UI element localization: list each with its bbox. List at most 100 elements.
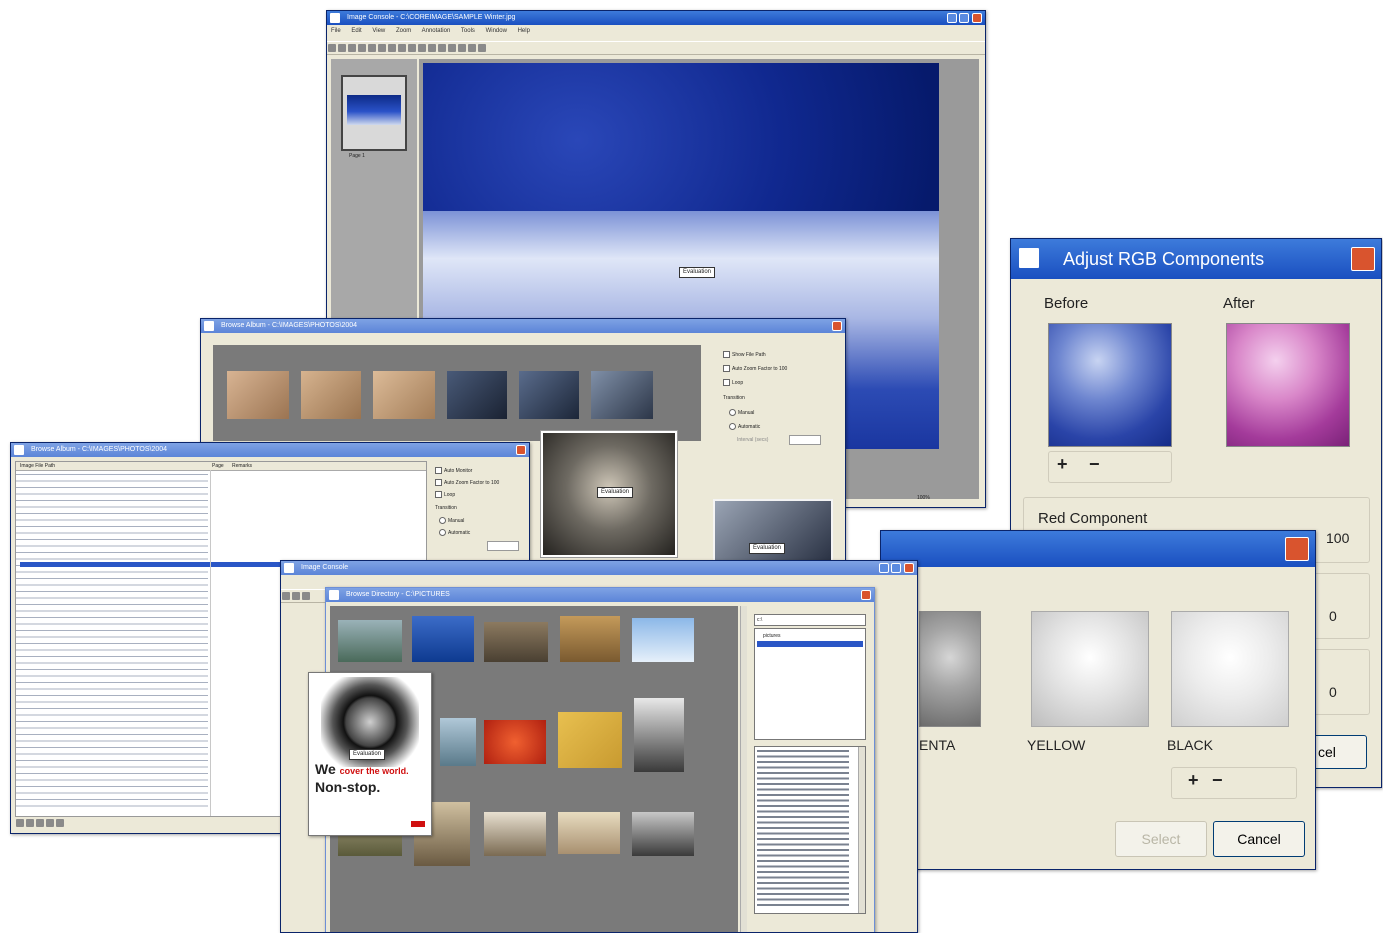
- option-loop[interactable]: Loop: [723, 379, 743, 386]
- cancel-button[interactable]: Cancel: [1213, 821, 1305, 857]
- main-viewer-titlebar[interactable]: Image Console - C:\COREIMAGE\SAMPLE Wint…: [327, 11, 985, 25]
- photo-thumb-2[interactable]: [301, 371, 361, 419]
- remove-icon[interactable]: [26, 819, 34, 827]
- menu-edit[interactable]: Edit: [351, 28, 361, 34]
- option-auto-zoom[interactable]: Auto Zoom Factor to 100: [723, 365, 787, 372]
- zoom-out-icon[interactable]: [428, 44, 436, 52]
- close-icon[interactable]: [972, 13, 982, 23]
- cmyk-titlebar[interactable]: [881, 531, 1315, 567]
- photo-thumb-5[interactable]: [519, 371, 579, 419]
- thumb-red-abstract[interactable]: [484, 720, 546, 764]
- thumb-mountain[interactable]: [484, 812, 546, 856]
- photo-thumb-6[interactable]: [591, 371, 653, 419]
- radio-automatic[interactable]: Automatic: [439, 529, 470, 536]
- minimize-icon[interactable]: [879, 563, 889, 573]
- browse-directory-titlebar[interactable]: Browse Directory - C:\PICTURES: [326, 588, 874, 602]
- close-icon[interactable]: [1285, 537, 1309, 561]
- undo-icon[interactable]: [388, 44, 396, 52]
- browse-middle-titlebar[interactable]: Browse Album - C:\IMAGES\PHOTOS\2004: [201, 319, 845, 333]
- scan-icon[interactable]: [358, 44, 366, 52]
- zoom-in-button[interactable]: +: [1188, 770, 1199, 791]
- radio-manual[interactable]: Manual: [439, 517, 464, 524]
- photo-thumb-1[interactable]: [227, 371, 289, 419]
- maximize-icon[interactable]: [959, 13, 969, 23]
- copy-icon[interactable]: [368, 44, 376, 52]
- save-icon[interactable]: [338, 44, 346, 52]
- col-image-file-path[interactable]: Image File Path: [20, 463, 55, 469]
- zoom-out-button[interactable]: −: [1089, 454, 1100, 475]
- crop-icon[interactable]: [458, 44, 466, 52]
- interval-input[interactable]: [487, 541, 519, 551]
- interval-input[interactable]: [789, 435, 821, 445]
- thumbnail-image: [347, 95, 401, 125]
- page-thumbnail[interactable]: [341, 75, 407, 151]
- grid-scrollbar[interactable]: [740, 606, 747, 932]
- save-icon[interactable]: [46, 819, 54, 827]
- select-button[interactable]: Select: [1115, 821, 1207, 857]
- thumb-waterfall[interactable]: [338, 620, 402, 662]
- file-list-scrollbar[interactable]: [858, 747, 865, 913]
- option-auto-zoom[interactable]: Auto Zoom Factor to 100: [435, 479, 499, 486]
- bottom-console-titlebar[interactable]: Image Console: [281, 561, 917, 575]
- thumb-clouds[interactable]: [632, 618, 694, 662]
- zoom-out-button[interactable]: −: [1212, 770, 1223, 791]
- menu-file[interactable]: File: [331, 28, 341, 34]
- print-icon[interactable]: [302, 592, 310, 600]
- thumb-portrait[interactable]: [634, 698, 684, 772]
- option-show-file-path[interactable]: Show File Path: [723, 351, 766, 358]
- thumb-observatory[interactable]: [440, 718, 476, 766]
- radio-manual[interactable]: Manual: [729, 409, 754, 416]
- pencil-icon[interactable]: [478, 44, 486, 52]
- thumb-beach[interactable]: [558, 812, 620, 854]
- menu-help[interactable]: Help: [518, 28, 530, 34]
- col-remarks[interactable]: Remarks: [232, 463, 252, 469]
- thumb-city[interactable]: [632, 812, 694, 856]
- menu-window[interactable]: Window: [486, 28, 507, 34]
- close-icon[interactable]: [832, 321, 842, 331]
- rotate-icon[interactable]: [438, 44, 446, 52]
- thumb-map[interactable]: [558, 712, 622, 768]
- print-icon[interactable]: [348, 44, 356, 52]
- adjust-rgb-title: Adjust RGB Components: [1063, 249, 1265, 269]
- zoom-in-button[interactable]: +: [1057, 454, 1068, 475]
- folder-pictures[interactable]: pictures: [763, 633, 781, 639]
- col-page[interactable]: Page: [212, 463, 224, 469]
- thumb-ruins[interactable]: [560, 616, 620, 662]
- menu-tools[interactable]: Tools: [461, 28, 475, 34]
- play-icon[interactable]: [56, 819, 64, 827]
- zoom-in-icon[interactable]: [418, 44, 426, 52]
- drive-select[interactable]: c:\: [754, 614, 866, 626]
- close-icon[interactable]: [904, 563, 914, 573]
- folder-selected[interactable]: [757, 641, 863, 647]
- radio-automatic[interactable]: Automatic: [729, 423, 760, 430]
- select-icon[interactable]: [468, 44, 476, 52]
- photo-thumb-3[interactable]: [373, 371, 435, 419]
- menu-annotation[interactable]: Annotation: [422, 28, 451, 34]
- add-icon[interactable]: [16, 819, 24, 827]
- file-rows[interactable]: [16, 472, 208, 812]
- open-icon[interactable]: [282, 592, 290, 600]
- open-icon[interactable]: [328, 44, 336, 52]
- redo-icon[interactable]: [398, 44, 406, 52]
- option-loop[interactable]: Loop: [435, 491, 455, 498]
- close-icon[interactable]: [1351, 247, 1375, 271]
- save-icon[interactable]: [292, 592, 300, 600]
- maximize-icon[interactable]: [891, 563, 901, 573]
- flip-icon[interactable]: [448, 44, 456, 52]
- menu-view[interactable]: View: [372, 28, 385, 34]
- browse-left-titlebar[interactable]: Browse Album - C:\IMAGES\PHOTOS\2004: [11, 443, 529, 457]
- menu-zoom[interactable]: Zoom: [396, 28, 411, 34]
- minimize-icon[interactable]: [947, 13, 957, 23]
- file-names[interactable]: [757, 749, 849, 909]
- page-icon[interactable]: [408, 44, 416, 52]
- close-icon[interactable]: [516, 445, 526, 455]
- thumb-ocean[interactable]: [412, 616, 474, 662]
- close-icon[interactable]: [861, 590, 871, 600]
- paste-icon[interactable]: [378, 44, 386, 52]
- option-auto-monitor[interactable]: Auto Monitor: [435, 467, 472, 474]
- thumb-temple[interactable]: [484, 622, 548, 662]
- edit-icon[interactable]: [36, 819, 44, 827]
- rgb-cancel-button[interactable]: cel: [1307, 735, 1367, 769]
- photo-thumb-4[interactable]: [447, 371, 507, 419]
- adjust-rgb-titlebar[interactable]: Adjust RGB Components: [1011, 239, 1381, 279]
